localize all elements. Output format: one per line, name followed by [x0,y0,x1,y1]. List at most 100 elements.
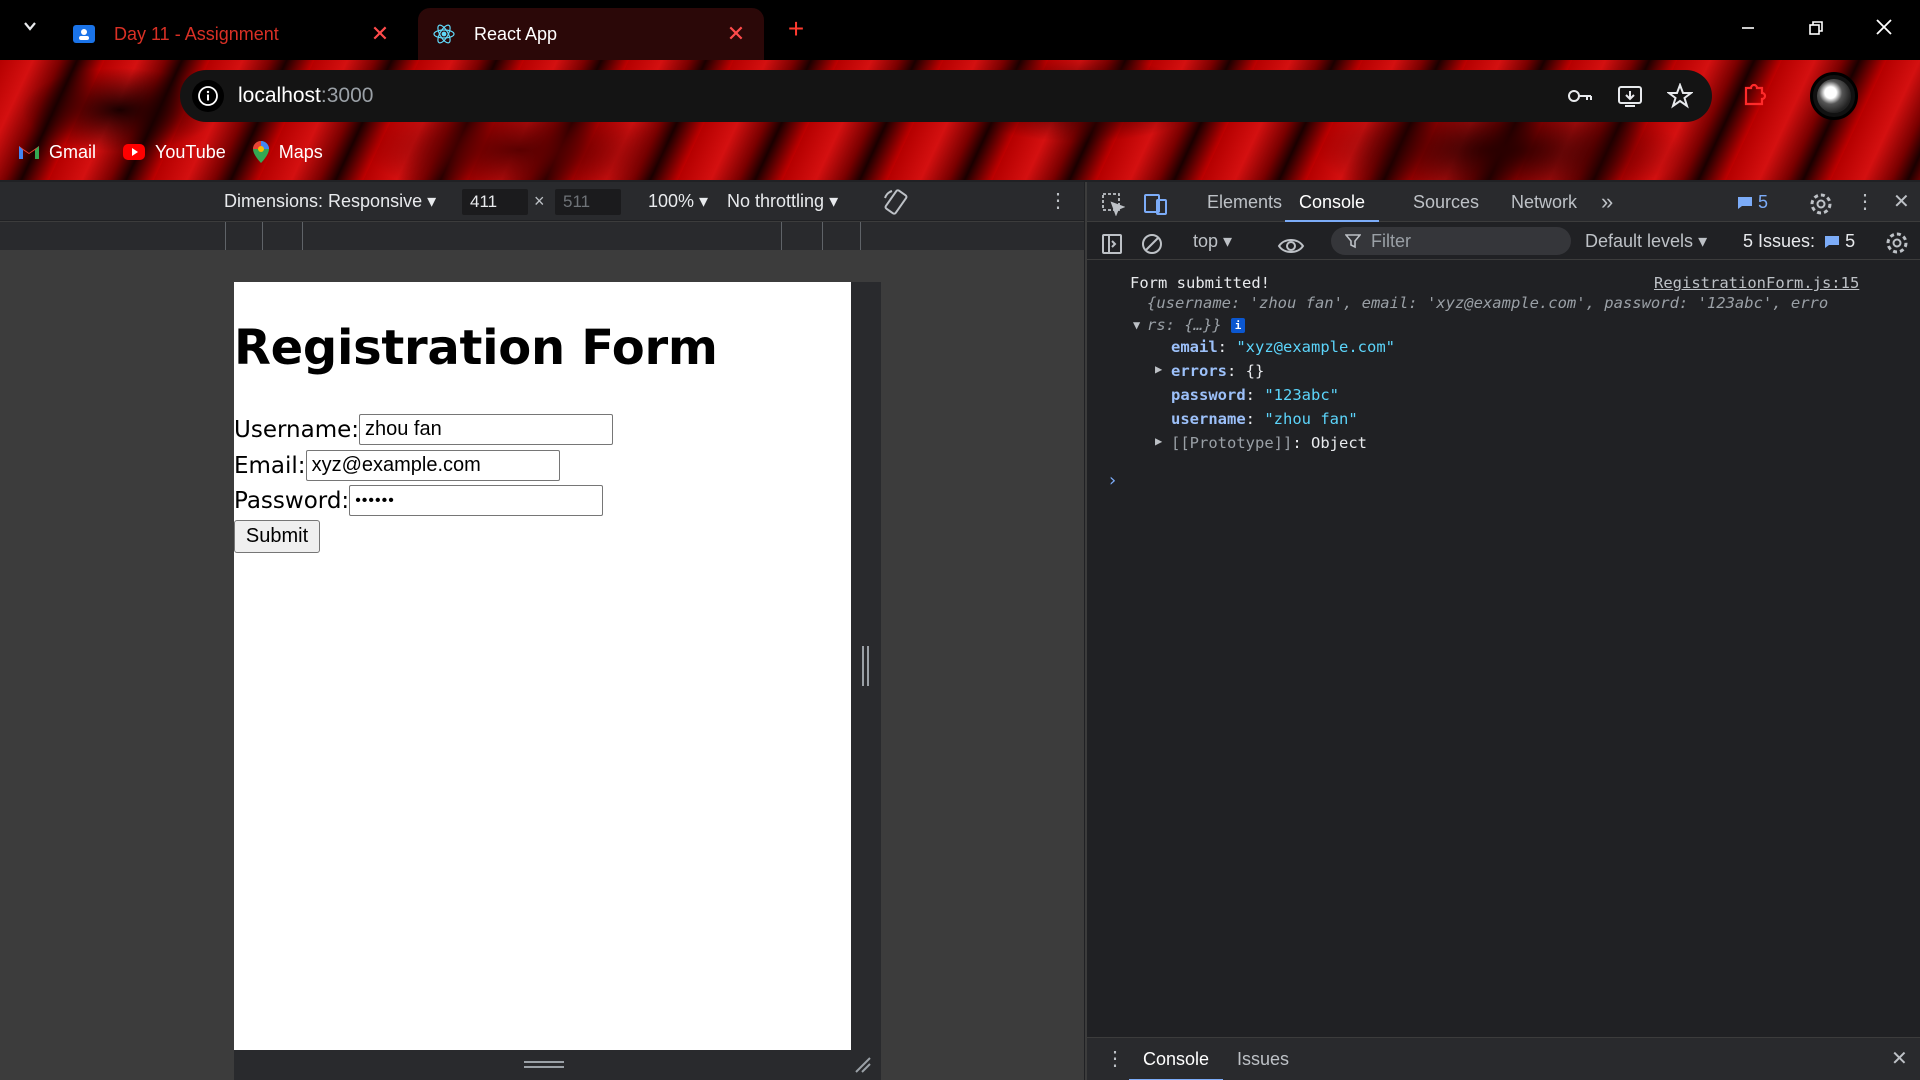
bookmark-gmail[interactable]: Gmail [18,142,96,163]
email-row: Email: xyz@example.com [234,450,560,481]
device-more-icon[interactable]: ⋮ [1048,182,1068,220]
sidebar-toggle-icon[interactable] [1101,230,1123,254]
youtube-icon [123,144,146,160]
tab-elements[interactable]: Elements [1207,182,1282,222]
bookmark-label: Gmail [49,141,97,162]
live-expression-eye-icon[interactable] [1277,231,1305,253]
tab-console[interactable]: Console [1285,182,1380,222]
new-tab-plus-icon[interactable]: + [782,14,810,46]
bookmark-label: Maps [278,141,323,162]
prop-errors[interactable]: errors: {} [1171,362,1264,380]
issues-counter[interactable]: 5 Issues: 5 [1743,222,1855,260]
prop-username: username: "zhou fan" [1171,410,1358,428]
drawer-more-icon[interactable]: ⋮ [1105,1038,1125,1080]
dimensions-dropdown[interactable]: Dimensions: Responsive ▾ [224,182,436,220]
object-preview-line1[interactable]: {username: 'zhou fan', email: 'xyz@examp… [1147,294,1828,312]
bookmark-label: YouTube [155,141,226,162]
device-toolbar: Dimensions: Responsive ▾ 411 × 511 100% … [0,182,1084,220]
email-input[interactable]: xyz@example.com [305,450,560,481]
clear-console-icon[interactable] [1141,230,1163,254]
devtools-more-icon[interactable]: ⋮ [1855,182,1875,222]
settings-gear-icon[interactable] [1809,190,1833,215]
drawer-tab-console[interactable]: Console [1129,1038,1224,1080]
console-settings-gear-icon[interactable] [1885,230,1909,254]
avatar-image [1817,79,1851,113]
email-label: Email: [234,452,306,479]
prop-email: email: "xyz@example.com" [1171,338,1395,356]
username-row: Username: zhou fan [234,414,613,445]
viewport-right-resizer[interactable] [851,282,881,1050]
minimize-icon[interactable] [1724,10,1772,50]
page-viewport: Registration Form Username: zhou fan Ema… [234,282,851,1050]
password-input[interactable]: •••••• [349,485,604,516]
tab-strip: Day 11 - Assignment ✕ React App ✕ + [0,0,1920,60]
extensions-puzzle-icon[interactable] [1740,80,1768,108]
tab-search-chevron-icon[interactable] [18,14,42,46]
close-devtools-icon[interactable]: ✕ [1893,182,1910,222]
tab-sources[interactable]: Sources [1413,182,1479,222]
tab-network[interactable]: Network [1511,182,1577,222]
close-tab-icon[interactable]: ✕ [366,20,394,48]
context-dropdown[interactable]: top ▾ [1193,222,1232,260]
zoom-dropdown[interactable]: 100% ▾ [648,182,708,220]
username-label: Username: [234,416,359,443]
expand-prototype-icon[interactable]: ▶ [1155,434,1162,448]
address-bar[interactable]: localhost:3000 [180,70,1712,122]
password-label: Password: [234,487,350,514]
install-app-icon[interactable] [1616,82,1644,110]
corner-resize-icon[interactable] [854,1056,872,1074]
bookmark-maps[interactable]: Maps [252,140,323,164]
tab-react-app[interactable]: React App ✕ [418,8,764,60]
tab-title: React App [474,23,558,44]
console-prompt-chevron-icon[interactable]: › [1107,470,1118,491]
media-query-ruler [0,221,1084,251]
message-icon [1738,197,1752,210]
height-input[interactable]: 511 [555,189,621,215]
rotate-icon[interactable] [882,188,910,215]
prop-password: password: "123abc" [1171,386,1339,404]
viewport-bottom-resizer[interactable] [234,1050,881,1080]
expand-triangle-icon[interactable]: ▼ [1133,318,1140,332]
throttling-dropdown[interactable]: No throttling ▾ [727,182,838,220]
dimension-separator: × [534,191,545,211]
info-icon[interactable]: i [1231,318,1245,333]
messages-badge[interactable]: 5 [1737,182,1768,222]
more-tabs-chevron-icon[interactable]: » [1601,182,1613,222]
filter-funnel-icon [1345,234,1361,249]
console-toolbar: top ▾ Filter Default levels ▾ 5 Issues: … [1087,222,1920,260]
react-logo-icon [432,22,456,46]
devtools-tab-bar: Elements Console Sources Network » 5 ⋮ ✕ [1087,182,1920,222]
prop-prototype[interactable]: [[Prototype]]: Object [1171,434,1367,452]
issue-message-icon [1825,236,1840,249]
width-input[interactable]: 411 [462,189,528,215]
tab-day11-assignment[interactable]: Day 11 - Assignment ✕ [58,8,408,60]
url-text[interactable]: localhost:3000 [238,84,373,108]
close-window-icon[interactable] [1860,10,1908,50]
maps-pin-icon [252,141,269,163]
expand-errors-icon[interactable]: ▶ [1155,362,1162,376]
bookmark-youtube[interactable]: YouTube [122,142,226,163]
console-message: Form submitted! [1130,274,1270,292]
source-link[interactable]: RegistrationForm.js:15 [1654,274,1859,292]
tab-title: Day 11 - Assignment [114,23,279,44]
devtools-drawer: ⋮ Console Issues ✕ [1087,1037,1920,1080]
bookmark-star-icon[interactable] [1666,82,1694,110]
username-input[interactable]: zhou fan [359,414,613,445]
object-preview-line2[interactable]: rs: {…}} i [1147,316,1245,334]
inspect-element-icon[interactable] [1101,190,1126,217]
restore-icon[interactable] [1792,10,1840,50]
filter-input[interactable]: Filter [1331,227,1571,255]
password-row: Password: •••••• [234,485,604,516]
close-tab-icon[interactable]: ✕ [722,20,750,48]
site-info-icon[interactable] [192,80,224,112]
page-heading: Registration Form [234,320,718,376]
submit-button[interactable]: Submit [234,520,320,553]
log-levels-dropdown[interactable]: Default levels ▾ [1585,222,1707,260]
close-drawer-icon[interactable]: ✕ [1891,1038,1908,1080]
devtools-panel: Elements Console Sources Network » 5 ⋮ ✕… [1085,182,1920,1080]
password-key-icon[interactable] [1566,82,1594,110]
bookmarks-bar: Gmail YouTube Maps [0,136,323,168]
device-toggle-icon[interactable] [1143,190,1169,215]
profile-avatar[interactable] [1810,72,1858,120]
drawer-tab-issues[interactable]: Issues [1237,1038,1289,1080]
